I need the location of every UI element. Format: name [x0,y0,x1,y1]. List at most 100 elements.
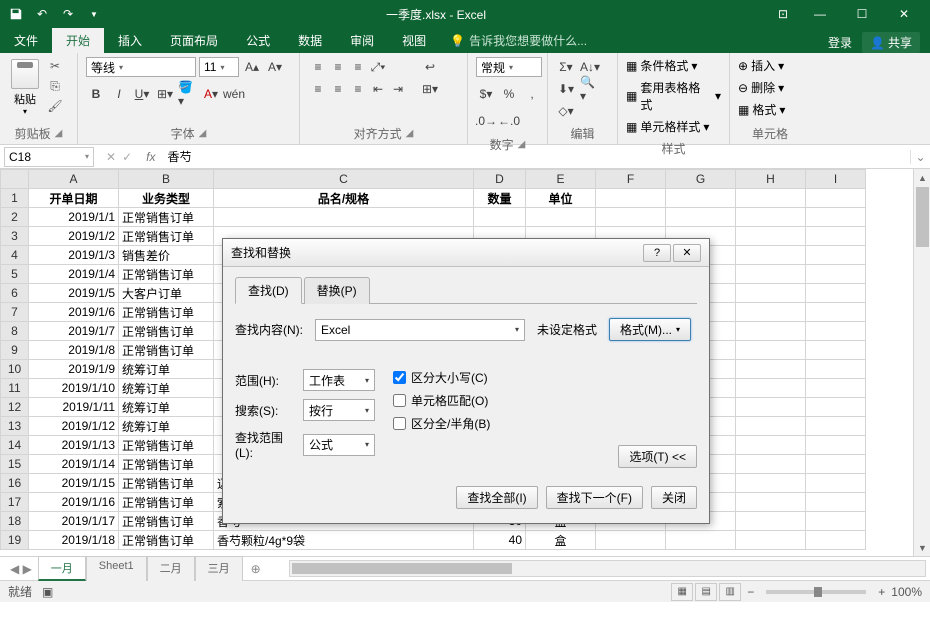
col-header[interactable]: D [474,170,526,189]
cell[interactable]: 2019/1/2 [29,227,119,246]
row-header[interactable]: 12 [1,398,29,417]
cell[interactable]: 正常销售订单 [119,531,214,550]
col-header[interactable]: H [736,170,806,189]
save-icon[interactable] [6,4,26,24]
cell[interactable]: 2019/1/18 [29,531,119,550]
cell-styles-button[interactable]: ▦单元格样式▾ [626,118,709,135]
cell[interactable]: 2019/1/6 [29,303,119,322]
cell[interactable]: 2019/1/3 [29,246,119,265]
tell-me[interactable]: 💡告诉我您想要做什么... [440,28,597,53]
cell[interactable]: 40 [474,531,526,550]
italic-icon[interactable]: I [109,84,129,104]
cell[interactable]: 2019/1/12 [29,417,119,436]
redo-icon[interactable]: ↷ [58,4,78,24]
cell[interactable]: 正常销售订单 [119,265,214,284]
lookin-combo[interactable]: 公式▾ [303,434,375,456]
tab-file[interactable]: 文件 [0,28,52,53]
cell[interactable]: 正常销售订单 [119,341,214,360]
cell[interactable] [736,189,806,208]
cell[interactable] [806,284,866,303]
font-name-combo[interactable]: 等线▾ [86,57,196,77]
horizontal-scrollbar[interactable] [289,560,926,577]
cell[interactable] [736,455,806,474]
copy-icon[interactable]: ⎘ [46,77,64,95]
tab-data[interactable]: 数据 [284,28,336,53]
row-header[interactable]: 10 [1,360,29,379]
cell[interactable]: 2019/1/9 [29,360,119,379]
fill-icon[interactable]: ⬇▾ [556,79,576,99]
row-header[interactable]: 7 [1,303,29,322]
row-header[interactable]: 5 [1,265,29,284]
cell[interactable] [736,474,806,493]
col-header[interactable]: A [29,170,119,189]
col-header[interactable]: C [214,170,474,189]
cell[interactable] [806,455,866,474]
comma-icon[interactable]: , [522,84,542,104]
dialog-titlebar[interactable]: 查找和替换 ? ✕ [223,239,709,267]
close-button[interactable]: ✕ [884,2,924,26]
cell[interactable]: 2019/1/15 [29,474,119,493]
sheet-tab[interactable]: 二月 [147,556,195,581]
insert-cells-button[interactable]: ⊕插入▾ [738,57,784,74]
macro-record-icon[interactable]: ▣ [42,585,53,599]
minimize-button[interactable]: — [800,2,840,26]
hscroll-thumb[interactable] [292,563,512,574]
row-header[interactable]: 17 [1,493,29,512]
cell[interactable] [806,436,866,455]
autosum-icon[interactable]: Σ▾ [556,57,576,77]
align-right-icon[interactable]: ≡ [348,79,368,99]
sheet-tab[interactable]: Sheet1 [86,556,147,581]
cell[interactable]: 2019/1/13 [29,436,119,455]
cell[interactable] [736,417,806,436]
cell[interactable] [806,474,866,493]
search-combo[interactable]: 按行▾ [303,399,375,421]
col-header[interactable]: B [119,170,214,189]
col-header[interactable]: E [526,170,596,189]
tab-review[interactable]: 审阅 [336,28,388,53]
zoom-level[interactable]: 100% [891,585,922,599]
cell[interactable]: 统筹订单 [119,398,214,417]
cell[interactable] [736,303,806,322]
cell[interactable] [596,189,666,208]
find-tab[interactable]: 查找(D) [235,277,302,304]
cell[interactable] [736,227,806,246]
inc-decimal-icon[interactable]: .0→ [476,111,496,131]
close-dialog-button[interactable]: 关闭 [651,486,697,509]
tab-view[interactable]: 视图 [388,28,440,53]
tab-home[interactable]: 开始 [52,28,104,53]
enter-formula-icon[interactable]: ✓ [122,150,132,164]
cell[interactable] [736,531,806,550]
match-case-checkbox[interactable]: 区分大小写(C) [393,369,490,386]
cell[interactable]: 盒 [526,531,596,550]
cell[interactable]: 统筹订单 [119,417,214,436]
underline-icon[interactable]: U▾ [132,84,152,104]
cell[interactable] [526,208,596,227]
cell[interactable] [474,208,526,227]
cell[interactable]: 正常销售订单 [119,512,214,531]
dialog-help-button[interactable]: ? [643,244,671,262]
cut-icon[interactable]: ✂ [46,57,64,75]
cell[interactable]: 品名/规格 [214,189,474,208]
dec-decimal-icon[interactable]: ←.0 [499,111,519,131]
cell[interactable]: 正常销售订单 [119,493,214,512]
cell[interactable] [666,189,736,208]
sheet-nav[interactable]: ◀ ▶ [4,562,38,576]
row-header[interactable]: 13 [1,417,29,436]
cell[interactable] [736,284,806,303]
replace-tab[interactable]: 替换(P) [304,277,370,304]
cell[interactable]: 销售差价 [119,246,214,265]
cell[interactable]: 单位 [526,189,596,208]
cell[interactable] [736,360,806,379]
expand-formula-icon[interactable]: ⌄ [910,150,930,164]
zoom-slider[interactable] [766,590,866,594]
fill-color-icon[interactable]: 🪣▾ [178,84,198,104]
share-button[interactable]: 👤共享 [862,32,920,53]
cell[interactable]: 香芍颗粒/4g*9袋 [214,531,474,550]
cell[interactable] [806,303,866,322]
cell[interactable] [806,208,866,227]
qat-dropdown-icon[interactable]: ▼ [84,4,104,24]
cancel-formula-icon[interactable]: ✕ [106,150,116,164]
align-bottom-icon[interactable]: ≡ [348,57,368,77]
login-link[interactable]: 登录 [828,34,852,51]
cell[interactable]: 开单日期 [29,189,119,208]
